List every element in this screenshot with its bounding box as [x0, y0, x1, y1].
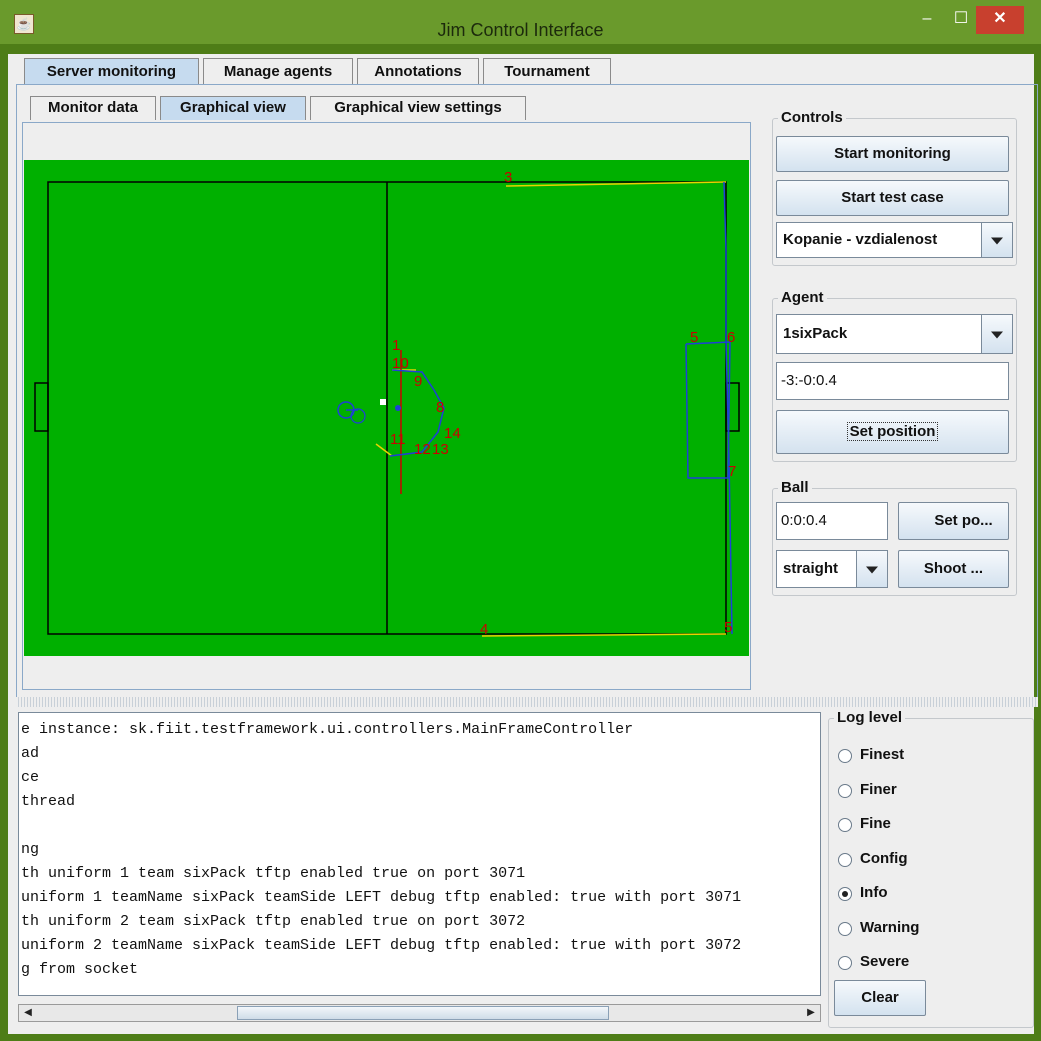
field-label: 10 [392, 355, 409, 372]
field-label: 6 [727, 329, 735, 346]
field-label: 13 [432, 441, 449, 458]
radio-label: Finer [860, 781, 897, 798]
shot-type-select[interactable]: straight [776, 550, 888, 588]
field-label: 3 [504, 169, 512, 186]
log-line: ce [21, 769, 40, 786]
radio-circle [838, 784, 852, 798]
field-label: 5 [690, 329, 698, 346]
close-button[interactable]: ✕ [976, 6, 1024, 34]
tab-tournament[interactable]: Tournament [483, 58, 611, 84]
minimize-button[interactable]: – [912, 6, 942, 34]
radio-circle [838, 853, 852, 867]
log-line: e instance: sk.fiit.testframework.ui.con… [21, 721, 634, 738]
radio-circle [838, 818, 852, 832]
tab-annotations[interactable]: Annotations [357, 58, 479, 84]
radio-circle [838, 956, 852, 970]
tab-graphical-view-settings[interactable]: Graphical view settings [310, 96, 526, 120]
shoot-button[interactable]: Shoot ... [898, 550, 1009, 588]
agent-position-input[interactable]: -3:-0:0.4 [776, 362, 1009, 400]
ball-marker [380, 399, 386, 405]
radio-circle [838, 749, 852, 763]
set-position-button[interactable]: Set position [776, 410, 1009, 454]
log-output[interactable]: e instance: sk.fiit.testframework.ui.con… [18, 712, 821, 996]
field-label: 12 [414, 441, 431, 458]
log-line: thread [21, 793, 76, 810]
shot-type-selected: straight [783, 560, 839, 577]
tab-server-monitoring[interactable]: Server monitoring [24, 58, 199, 84]
test-case-select[interactable]: Kopanie - vzdialenost [776, 222, 1013, 258]
agent-selected: 1sixPack [783, 325, 848, 342]
set-ball-position-button[interactable]: Set po... [898, 502, 1009, 540]
tab-graphical-view[interactable]: Graphical view [160, 96, 306, 120]
radio-circle [838, 922, 852, 936]
log-line: th uniform 1 team sixPack tftp enabled t… [21, 865, 526, 882]
field-label: 1 [392, 337, 400, 354]
chevron-down-icon[interactable] [981, 315, 1012, 353]
start-monitoring-button[interactable]: Start monitoring [776, 136, 1009, 172]
test-case-selected: Kopanie - vzdialenost [783, 231, 938, 248]
split-divider[interactable] [16, 697, 1038, 707]
log-level-title: Log level [834, 709, 906, 726]
radio-label: Config [860, 850, 908, 867]
maximize-button[interactable]: ☐ [946, 6, 976, 34]
agent-title: Agent [778, 289, 827, 306]
blue-path-box [685, 341, 731, 479]
tab-manage-agents[interactable]: Manage agents [203, 58, 353, 84]
log-line: uniform 2 teamName sixPack teamSide LEFT… [21, 937, 742, 954]
field-label: 14 [444, 425, 461, 442]
field-label: 8 [436, 399, 444, 416]
ball-position-input[interactable]: 0:0:0.4 [776, 502, 888, 540]
blue-path-right [723, 181, 733, 635]
scroll-right-icon[interactable]: ▶ [803, 1006, 819, 1020]
log-horizontal-scrollbar[interactable]: ◀ ▶ [18, 1004, 821, 1022]
scrollbar-thumb[interactable] [237, 1006, 609, 1020]
radio-label: Info [860, 884, 888, 901]
player-3-marker [395, 405, 401, 411]
radio-label: Severe [860, 953, 910, 970]
left-goal [34, 382, 49, 432]
field-label: 11 [390, 431, 406, 448]
scroll-left-icon[interactable]: ◀ [20, 1006, 36, 1020]
radio-label: Finest [860, 746, 905, 763]
radio-label: Warning [860, 919, 920, 936]
ball-title: Ball [778, 479, 812, 496]
log-line: uniform 1 teamName sixPack teamSide LEFT… [21, 889, 742, 906]
radio-circle [838, 887, 852, 901]
log-line: g from socket [21, 961, 139, 978]
agent-select[interactable]: 1sixPack [776, 314, 1013, 354]
radio-label: Fine [860, 815, 891, 832]
start-test-case-button[interactable]: Start test case [776, 180, 1009, 216]
field-label: 7 [728, 463, 736, 480]
app-window: ☕ Jim Control Interface – ☐ ✕ Server mon… [0, 0, 1041, 1041]
field-label: 9 [414, 373, 422, 390]
field-drawing: 1 3 4 5 6 7 8 9 10 11 12 13 14 5 [34, 169, 740, 638]
field-label: 5 [724, 619, 732, 636]
chevron-down-icon[interactable] [856, 551, 887, 587]
log-line: ng [21, 841, 40, 858]
set-position-label: Set position [846, 422, 939, 441]
clear-button[interactable]: Clear [834, 980, 926, 1016]
controls-title: Controls [778, 109, 846, 126]
player-2-marker [350, 408, 366, 424]
soccer-field[interactable]: 1 3 4 5 6 7 8 9 10 11 12 13 14 5 [24, 160, 749, 656]
chevron-down-icon[interactable] [981, 223, 1012, 257]
field-label: 4 [480, 621, 488, 638]
tab-monitor-data[interactable]: Monitor data [30, 96, 156, 120]
log-line: ad [21, 745, 40, 762]
title-bar[interactable]: ☕ Jim Control Interface – ☐ ✕ [0, 0, 1041, 44]
log-line: th uniform 2 team sixPack tftp enabled t… [21, 913, 526, 930]
window-title: Jim Control Interface [437, 20, 604, 40]
